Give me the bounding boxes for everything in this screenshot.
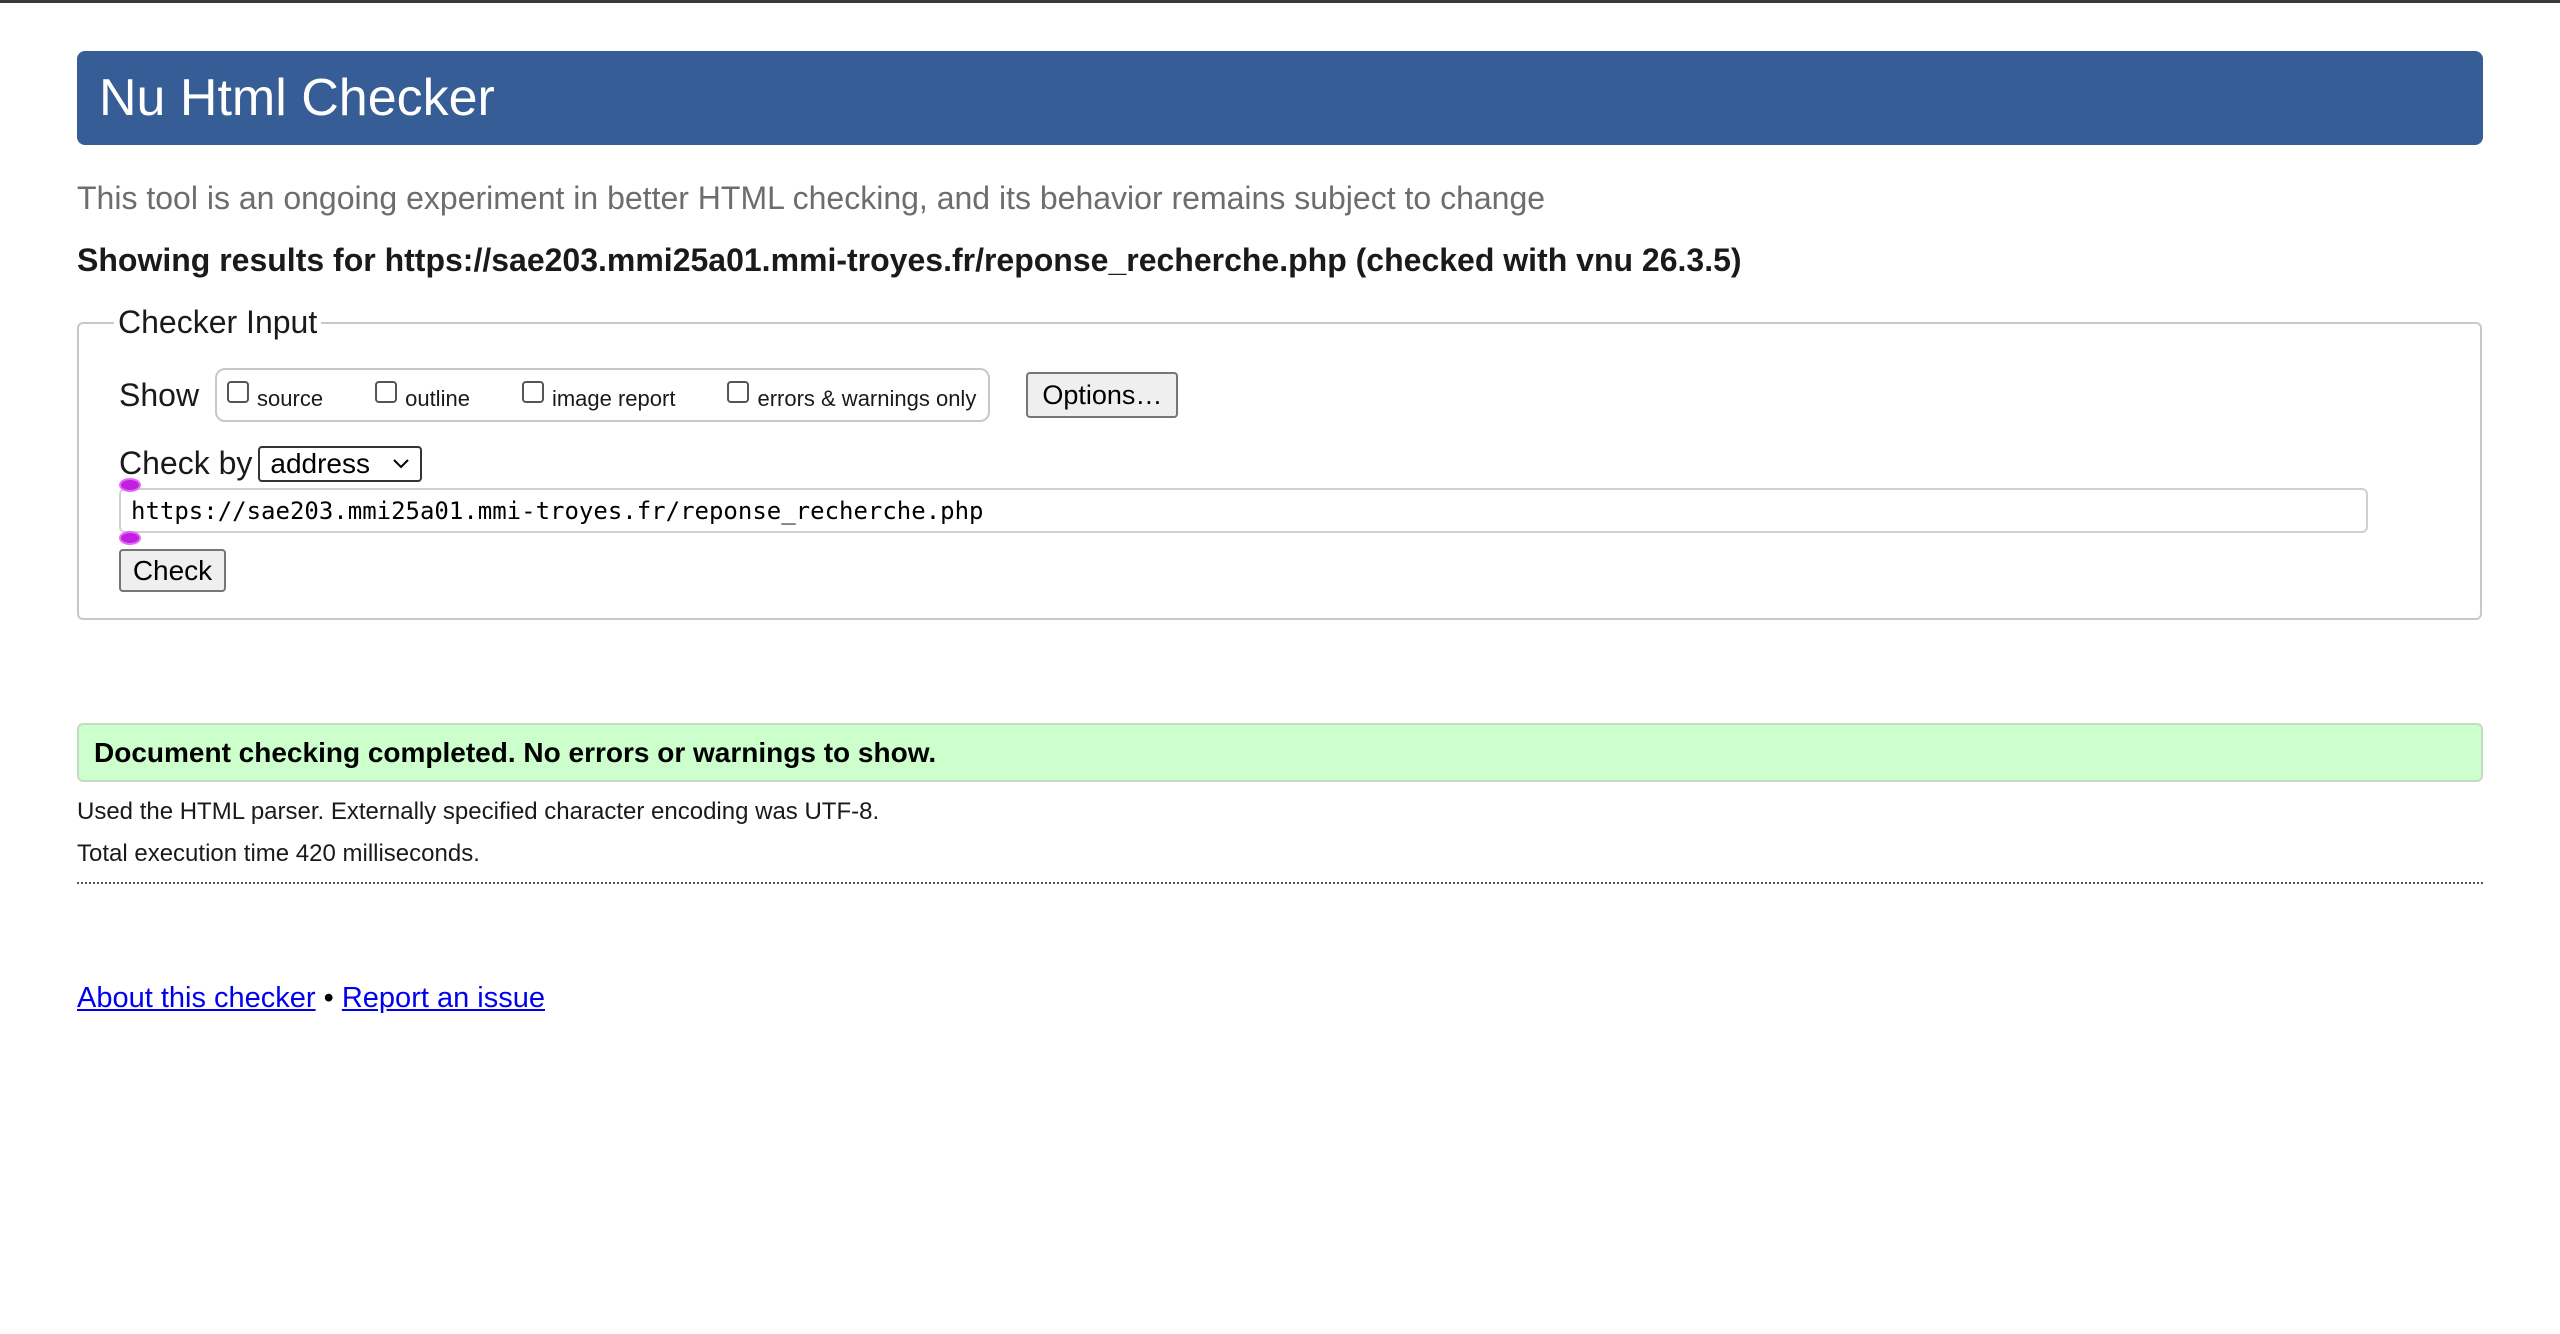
selection-handle-start-icon[interactable] bbox=[119, 478, 141, 492]
show-options-row: Show source outline image report errors … bbox=[119, 368, 1179, 422]
footer-separator: • bbox=[323, 982, 334, 1014]
option-errors-warnings-only-label[interactable]: errors & warnings only bbox=[757, 386, 976, 412]
divider bbox=[77, 882, 2483, 884]
errors-warnings-only-checkbox[interactable] bbox=[727, 381, 750, 403]
option-outline[interactable]: outline bbox=[375, 378, 470, 412]
results-heading: Showing results for https://sae203.mmi25… bbox=[77, 242, 1742, 278]
show-options-group: source outline image report errors & war… bbox=[215, 368, 991, 422]
option-errors-warnings-only[interactable]: errors & warnings only bbox=[727, 378, 976, 412]
url-input[interactable]: https://sae203.mmi25a01.mmi-troyes.fr/re… bbox=[119, 488, 2368, 533]
option-source-label[interactable]: source bbox=[257, 386, 323, 412]
page-header: Nu Html Checker bbox=[77, 51, 2483, 145]
options-button[interactable]: Options… bbox=[1026, 372, 1179, 418]
parser-note: Used the HTML parser. Externally specifi… bbox=[77, 798, 880, 825]
option-source[interactable]: source bbox=[227, 378, 323, 412]
check-by-select[interactable]: address bbox=[258, 445, 423, 482]
checker-input-legend: Checker Input bbox=[118, 304, 318, 340]
check-by-row: Check by address bbox=[119, 445, 423, 482]
check-by-select-value[interactable]: address bbox=[270, 448, 370, 480]
top-border bbox=[0, 0, 2560, 3]
selection-handle-end-icon[interactable] bbox=[119, 531, 141, 545]
check-button[interactable]: Check bbox=[119, 549, 226, 592]
image-report-checkbox[interactable] bbox=[521, 381, 544, 403]
chevron-down-icon bbox=[393, 458, 410, 468]
option-image-report-label[interactable]: image report bbox=[552, 386, 676, 412]
tagline: This tool is an ongoing experiment in be… bbox=[77, 180, 1546, 216]
about-checker-link[interactable]: About this checker bbox=[77, 982, 316, 1014]
success-message: Document checking completed. No errors o… bbox=[77, 723, 2483, 782]
report-issue-link[interactable]: Report an issue bbox=[342, 982, 545, 1014]
execution-time: Total execution time 420 milliseconds. bbox=[77, 840, 480, 867]
url-input-value[interactable]: https://sae203.mmi25a01.mmi-troyes.fr/re… bbox=[131, 497, 984, 525]
footer: About this checker • Report an issue bbox=[77, 982, 545, 1015]
option-outline-label[interactable]: outline bbox=[405, 386, 470, 412]
checker-input-fieldset: Checker Input bbox=[77, 304, 2482, 620]
outline-checkbox[interactable] bbox=[375, 381, 398, 403]
source-checkbox[interactable] bbox=[227, 381, 250, 403]
show-label: Show bbox=[119, 376, 200, 413]
check-by-label: Check by bbox=[119, 445, 253, 481]
page-title: Nu Html Checker bbox=[99, 69, 495, 127]
option-image-report[interactable]: image report bbox=[521, 378, 676, 412]
